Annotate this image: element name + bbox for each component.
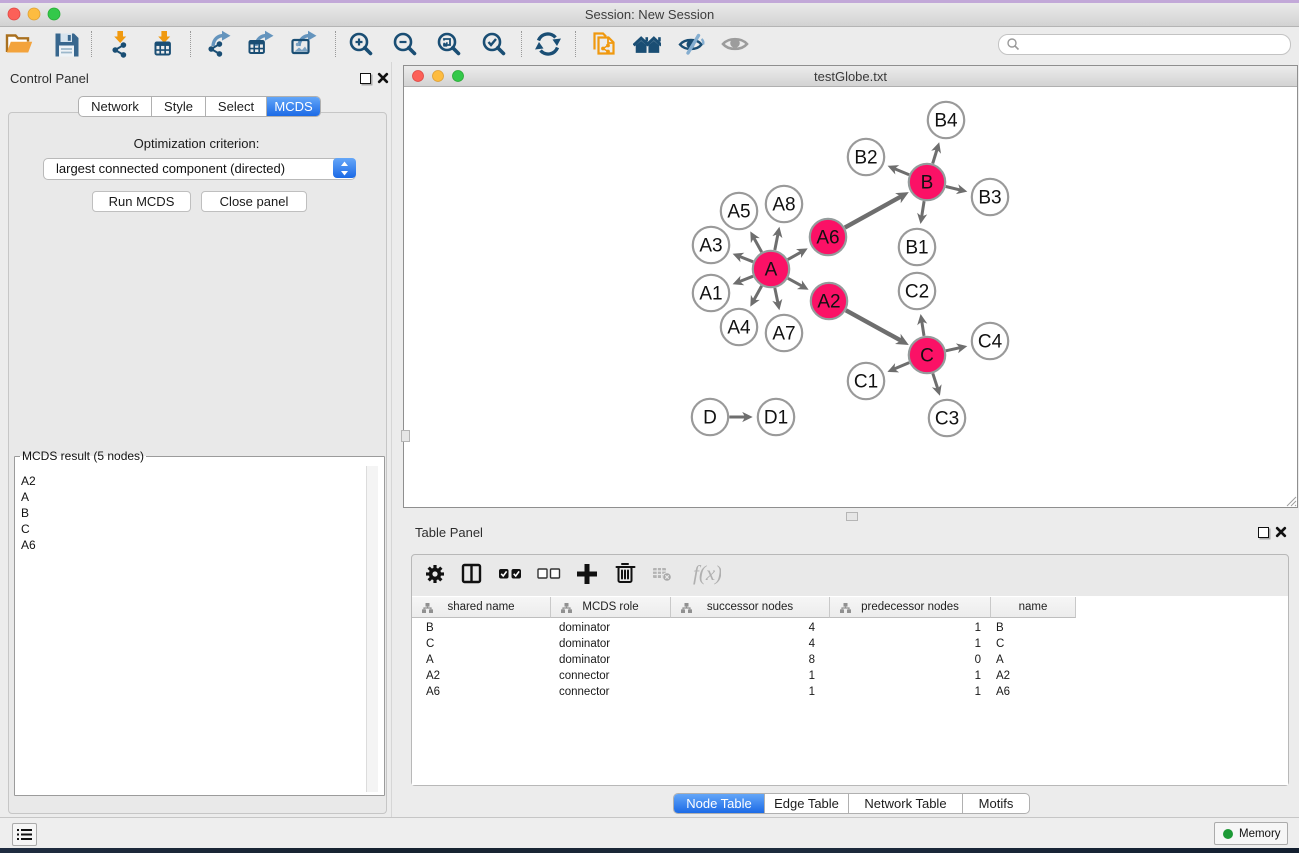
svg-text:B3: B3 [978,188,1001,209]
svg-text:C: C [920,346,934,367]
svg-text:B: B [921,173,934,194]
svg-text:A8: A8 [772,195,795,216]
svg-text:A2: A2 [817,292,840,313]
svg-text:C4: C4 [978,332,1003,353]
svg-text:A6: A6 [816,228,839,249]
svg-text:C3: C3 [935,409,959,430]
svg-text:A4: A4 [727,318,751,339]
svg-text:A5: A5 [727,202,750,223]
svg-text:D: D [703,408,717,429]
svg-text:A7: A7 [772,324,795,345]
svg-text:B2: B2 [854,148,877,169]
svg-text:C1: C1 [854,372,878,393]
svg-text:A1: A1 [699,284,722,305]
svg-text:C2: C2 [905,282,929,303]
svg-text:B1: B1 [905,238,928,259]
svg-text:D1: D1 [764,408,788,429]
svg-text:B4: B4 [934,111,958,132]
svg-text:A3: A3 [699,236,722,257]
svg-text:A: A [765,260,778,281]
svg-text:f(x): f(x) [693,561,721,585]
